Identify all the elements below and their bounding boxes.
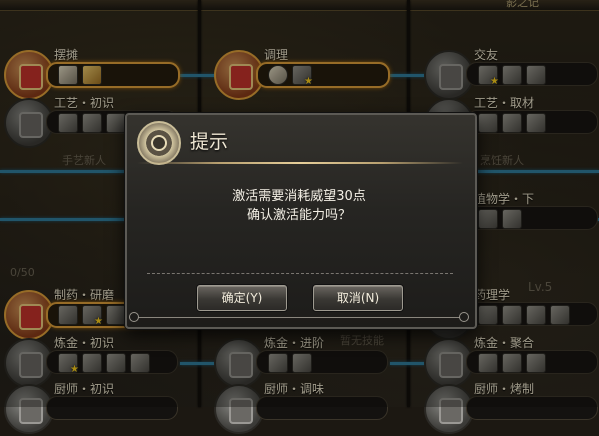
ornament-icon [129, 312, 139, 322]
cancel-button[interactable]: 取消(N) [313, 285, 403, 311]
divider [137, 162, 463, 164]
divider [133, 317, 465, 318]
divider [147, 273, 453, 274]
ornament-icon [459, 312, 469, 322]
dialog-header: 提示 [127, 115, 471, 165]
confirm-button[interactable]: 确定(Y) [197, 285, 287, 311]
dialog-title: 提示 [190, 131, 229, 153]
dialog-message-line2: 确认激活能力吗？ [246, 208, 351, 223]
confirm-dialog: 提示 激活需要消耗威望30点 确认激活能力吗？ 确定(Y) 取消(N) [125, 113, 477, 329]
gear-icon [137, 121, 181, 165]
dialog-message-line1: 激活需要消耗威望30点 [232, 189, 366, 204]
